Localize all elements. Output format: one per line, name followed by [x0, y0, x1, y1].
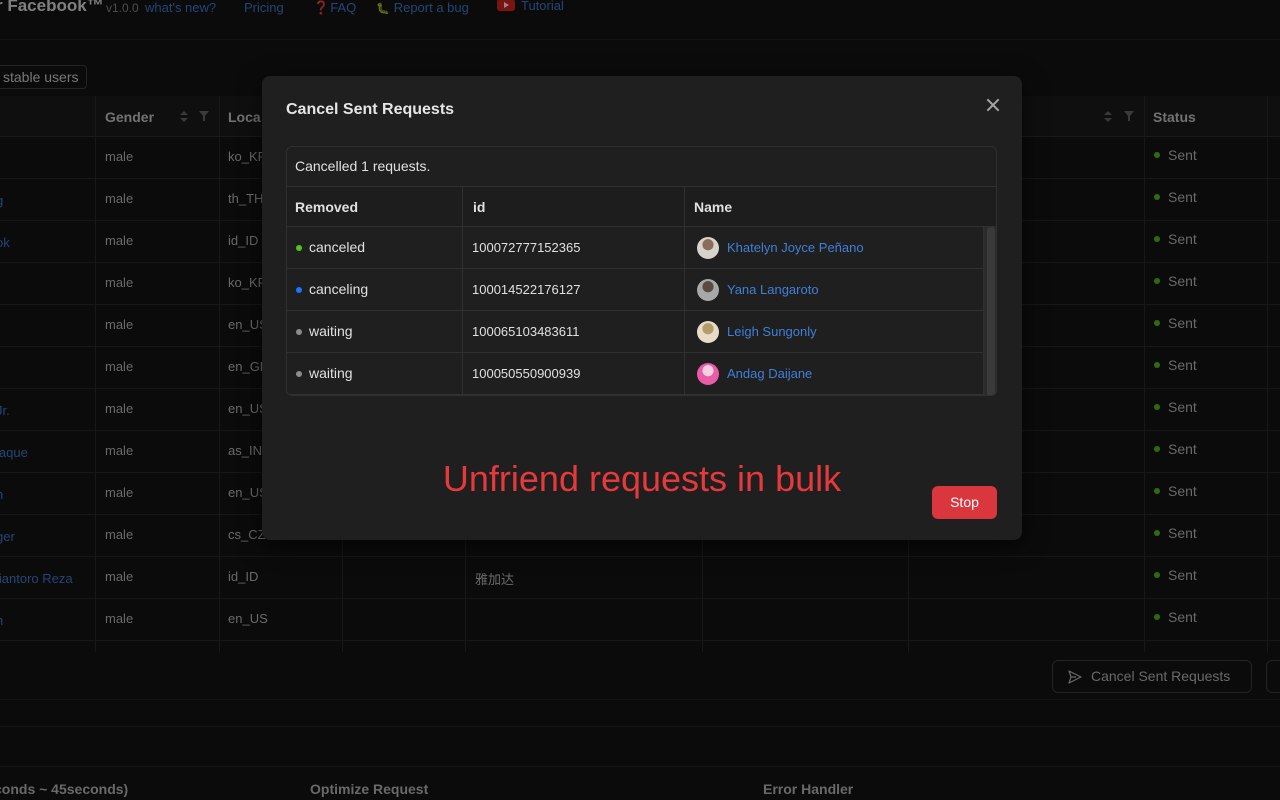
progress-row: waiting 100050550900939 Andag Daijane — [287, 353, 983, 395]
user-name-link[interactable]: Leigh Sungonly — [727, 324, 817, 339]
user-id: 100014522176127 — [472, 282, 580, 297]
column-id: id — [473, 199, 485, 215]
user-id: 100050550900939 — [472, 366, 580, 381]
scrollbar[interactable] — [983, 227, 997, 396]
removal-status: canceled — [309, 239, 365, 255]
removal-status: canceling — [309, 281, 368, 297]
user-name-link[interactable]: Khatelyn Joyce Peñano — [727, 240, 864, 255]
status-dot-icon — [296, 371, 302, 377]
removal-status: waiting — [309, 323, 353, 339]
progress-row: waiting 100065103483611 Leigh Sungonly — [287, 311, 983, 353]
column-name: Name — [694, 199, 732, 215]
status-dot-icon — [296, 245, 302, 251]
column-removed: Removed — [295, 199, 358, 215]
stop-button[interactable]: Stop — [932, 486, 997, 519]
progress-table: Cancelled 1 requests. Removed id Name ca… — [286, 146, 997, 396]
banner-text: Unfriend requests in bulk — [262, 458, 1022, 500]
scroll-thumb[interactable] — [987, 227, 995, 396]
user-name-link[interactable]: Andag Daijane — [727, 366, 812, 381]
close-icon[interactable] — [984, 96, 1002, 114]
status-dot-icon — [296, 329, 302, 335]
progress-row: canceling 100014522176127 Yana Langaroto — [287, 269, 983, 311]
progress-table-header: Removed id Name — [287, 187, 997, 227]
progress-row: canceled 100072777152365 Khatelyn Joyce Pe… — [287, 227, 983, 269]
user-id: 100065103483611 — [472, 324, 580, 339]
cancel-sent-requests-modal: Cancel Sent Requests Cancelled 1 request… — [262, 76, 1022, 540]
avatar — [697, 279, 719, 301]
user-id: 100072777152365 — [472, 240, 580, 255]
avatar — [697, 321, 719, 343]
modal-title: Cancel Sent Requests — [286, 101, 454, 119]
removal-status: waiting — [309, 365, 353, 381]
progress-caption: Cancelled 1 requests. — [287, 147, 997, 187]
avatar — [697, 237, 719, 259]
avatar — [697, 363, 719, 385]
status-dot-icon — [296, 287, 302, 293]
user-name-link[interactable]: Yana Langaroto — [727, 282, 819, 297]
